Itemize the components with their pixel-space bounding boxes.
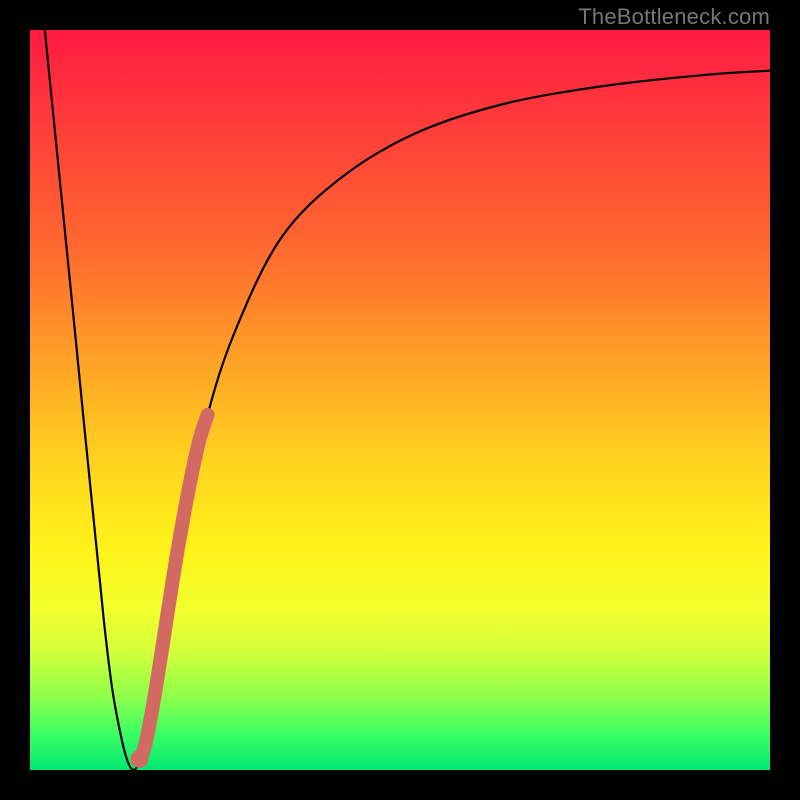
chart-frame: TheBottleneck.com bbox=[0, 0, 800, 800]
curve-layer bbox=[30, 30, 770, 770]
plot-area bbox=[30, 30, 770, 770]
highlight-segment bbox=[140, 415, 208, 759]
highlight-dot-icon bbox=[131, 750, 149, 768]
watermark-label: TheBottleneck.com bbox=[578, 4, 770, 30]
